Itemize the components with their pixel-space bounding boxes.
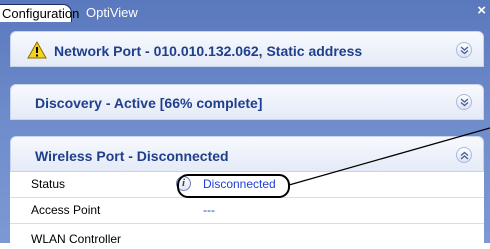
callout-leader-line	[288, 127, 490, 186]
callout-annotation	[177, 127, 490, 198]
configuration-panel: Configuration OptiView × Network Port - …	[0, 0, 490, 246]
callout-oval	[177, 174, 290, 198]
